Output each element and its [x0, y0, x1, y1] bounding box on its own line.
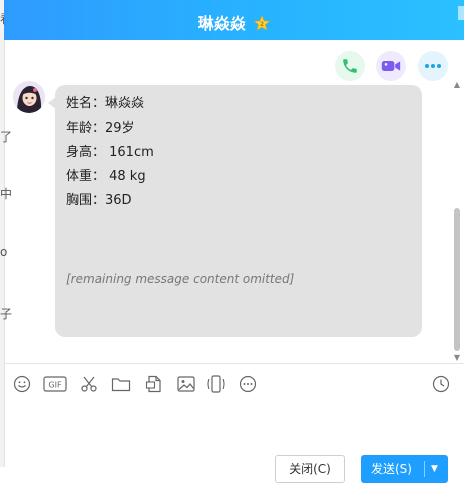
phone-icon: [343, 59, 357, 73]
message-bubble[interactable]: 姓名：琳焱焱 年龄：29岁 身高： 161cm 体重： 48 kg 胸围：36D…: [55, 85, 422, 337]
history-clock-icon: [432, 375, 450, 393]
vip-star-icon: 2: [254, 15, 271, 31]
more-tools-button[interactable]: [238, 374, 258, 394]
emoji-icon: [13, 375, 31, 393]
file-icon: [145, 375, 161, 393]
scroll-up-icon[interactable]: ▲: [452, 80, 462, 90]
voice-call-button[interactable]: [335, 51, 365, 81]
image-button[interactable]: [176, 374, 196, 394]
more-options-button[interactable]: [418, 51, 448, 81]
folder-button[interactable]: [111, 374, 131, 394]
more-icon: [425, 64, 441, 68]
file-button[interactable]: [144, 374, 164, 394]
history-button[interactable]: [431, 374, 451, 394]
svg-text:GIF: GIF: [48, 381, 62, 390]
svg-text:2: 2: [260, 21, 264, 28]
left-fragment: 子: [0, 307, 13, 321]
video-call-button[interactable]: [376, 51, 406, 81]
screenshot-button[interactable]: [79, 374, 99, 394]
input-divider: [4, 363, 464, 364]
video-camera-icon: [381, 61, 401, 71]
scroll-down-icon[interactable]: ▼: [452, 353, 462, 363]
shake-button[interactable]: [206, 374, 226, 394]
message-line: 体重： 48 kg: [66, 169, 146, 184]
message-line: 胸围：36D: [66, 193, 132, 208]
more-icon: [239, 375, 257, 393]
send-button[interactable]: 发送(S) ▼: [361, 455, 448, 483]
gif-icon: GIF: [43, 376, 67, 392]
send-label: 发送(S): [371, 462, 412, 476]
window-edge: [458, 6, 464, 20]
left-fragment: 中: [0, 187, 13, 201]
message-input[interactable]: [4, 400, 460, 452]
message-scrollbar[interactable]: ▲ ▼: [452, 80, 462, 363]
chat-title: 琳焱焱 2: [4, 10, 464, 34]
scroll-thumb[interactable]: [454, 208, 460, 351]
message-line: 姓名：琳焱焱: [66, 96, 145, 111]
scissors-icon: [81, 376, 97, 392]
image-icon: [177, 376, 195, 392]
left-fragment: o: [0, 245, 8, 259]
message-line: 年龄：29岁: [66, 121, 135, 136]
avatar-portrait-icon: [13, 81, 45, 113]
left-fragment: 了: [0, 130, 13, 144]
contact-name: 琳焱焱: [197, 14, 246, 33]
shake-icon: [207, 375, 225, 393]
withheld-content-note: [remaining message content omitted]: [66, 272, 295, 286]
folder-icon: [111, 378, 131, 392]
close-button[interactable]: 关闭(C): [275, 455, 345, 483]
chat-header: 琳焱焱 2: [4, 0, 464, 40]
adjacent-window-strip: 看 了 中 o 子: [0, 0, 12, 467]
message-line: 身高： 161cm: [66, 145, 154, 160]
chevron-down-icon[interactable]: ▼: [431, 455, 438, 483]
emoji-button[interactable]: [12, 374, 32, 394]
send-separator: [424, 461, 425, 477]
gif-button[interactable]: GIF: [43, 374, 67, 394]
avatar[interactable]: [13, 81, 45, 113]
